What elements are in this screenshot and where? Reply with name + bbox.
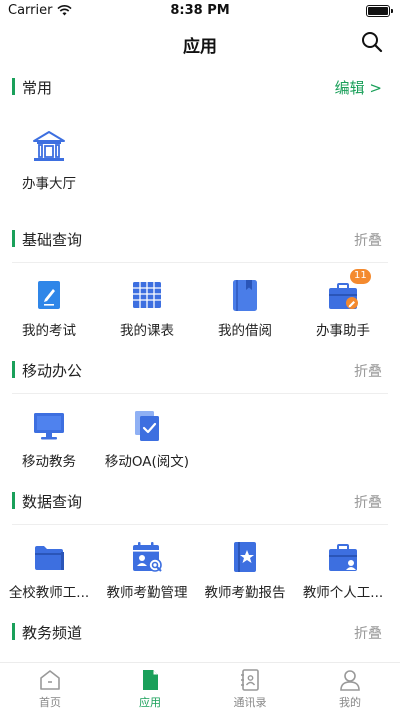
app-item-mobile-academic[interactable]: 移动教务: [0, 394, 98, 476]
section-accent-bar: [12, 230, 15, 247]
app-label: 全校教师工...: [8, 585, 90, 601]
collapse-button[interactable]: 折叠: [354, 492, 382, 512]
app-item-my-exam[interactable]: 我的考试: [0, 263, 98, 345]
app-label: 办事大厅: [22, 176, 76, 192]
app-label: 办事助手: [316, 323, 370, 339]
profile-icon: [340, 670, 360, 691]
app-label: 教师考勤管理: [106, 585, 188, 601]
section-title: 基础查询: [22, 231, 83, 249]
app-item-mobile-oa[interactable]: 移动OA(阅文): [98, 394, 196, 476]
building-icon: [33, 131, 65, 161]
exam-icon: [38, 281, 60, 309]
attendance-icon: [133, 542, 162, 572]
collapse-button[interactable]: 折叠: [354, 230, 382, 250]
tab-contacts[interactable]: 通讯录: [200, 663, 300, 710]
home-icon: [40, 670, 60, 690]
app-item-all-teachers[interactable]: 全校教师工...: [0, 525, 98, 607]
section-title: 教务频道: [22, 624, 83, 642]
section-header-data-query: 数据查询 折叠: [0, 476, 400, 524]
status-bar: Carrier 8:38 PM: [0, 0, 400, 22]
section-title: 常用: [22, 79, 53, 97]
section-grid-common: 办事大厅: [0, 110, 400, 214]
tab-home[interactable]: 首页: [0, 663, 100, 710]
documents-check-icon: [135, 411, 159, 441]
section-grid-basic-query: 我的考试 我的课表 我的借阅 11 办事助手: [0, 263, 400, 345]
section-accent-bar: [12, 492, 15, 509]
notification-badge: 11: [350, 269, 371, 284]
section-accent-bar: [12, 361, 15, 378]
app-doc-icon: [143, 670, 158, 690]
section-header-basic-query: 基础查询 折叠: [0, 214, 400, 262]
app-label: 教师个人工...: [302, 585, 384, 601]
tab-apps[interactable]: 应用: [100, 663, 200, 710]
app-label: 移动OA(阅文): [104, 454, 190, 470]
app-label: 我的课表: [120, 323, 174, 339]
app-item-service-assistant[interactable]: 11 办事助手: [294, 263, 392, 345]
tab-bar: 首页 应用 通讯录 我的: [0, 662, 400, 710]
app-label: 我的考试: [22, 323, 76, 339]
monitor-icon: [34, 413, 64, 440]
section-accent-bar: [12, 78, 15, 95]
report-star-icon: [234, 542, 256, 572]
app-list: 常用 编辑 > 办事大厅 基础查询 折叠 我的考试 我的课表 我的借阅 11 办…: [0, 62, 400, 662]
app-item-teacher-personal[interactable]: 教师个人工...: [294, 525, 392, 607]
tab-label: 通讯录: [233, 696, 267, 709]
battery-icon: [366, 5, 393, 17]
section-header-mobile-office: 移动办公 折叠: [0, 345, 400, 393]
search-icon[interactable]: [360, 30, 384, 54]
collapse-button[interactable]: 折叠: [354, 361, 382, 381]
section-header-academic-channel: 教务频道 折叠: [0, 607, 400, 655]
timetable-icon: [133, 282, 161, 308]
page-title: 应用: [183, 37, 217, 57]
folder-icon: [35, 546, 64, 570]
navigation-bar: 应用: [0, 22, 400, 62]
book-icon: [233, 280, 257, 311]
app-item-my-borrowing[interactable]: 我的借阅: [196, 263, 294, 345]
section-grid-data-query: 全校教师工... 教师考勤管理 教师考勤报告 教师个人工...: [0, 525, 400, 607]
contacts-icon: [241, 669, 259, 691]
clock: 8:38 PM: [170, 3, 230, 18]
tab-label: 应用: [139, 696, 161, 709]
tab-profile[interactable]: 我的: [300, 663, 400, 710]
app-label: 移动教务: [22, 454, 76, 470]
section-title: 数据查询: [22, 493, 83, 511]
app-label: 教师考勤报告: [204, 585, 286, 601]
collapse-button[interactable]: 折叠: [354, 623, 382, 643]
tab-label: 首页: [39, 696, 61, 709]
edit-button[interactable]: 编辑 >: [335, 77, 382, 98]
app-label: 我的借阅: [218, 323, 272, 339]
app-item-attendance-management[interactable]: 教师考勤管理: [98, 525, 196, 607]
tab-label: 我的: [339, 696, 361, 709]
section-header-common: 常用 编辑 >: [0, 62, 400, 110]
briefcase-person-icon: [329, 544, 357, 571]
app-item-attendance-report[interactable]: 教师考勤报告: [196, 525, 294, 607]
section-title: 移动办公: [22, 362, 83, 380]
section-grid-mobile-office: 移动教务 移动OA(阅文): [0, 394, 400, 476]
app-item-my-timetable[interactable]: 我的课表: [98, 263, 196, 345]
app-item-service-hall[interactable]: 办事大厅: [0, 110, 98, 214]
section-accent-bar: [12, 623, 15, 640]
